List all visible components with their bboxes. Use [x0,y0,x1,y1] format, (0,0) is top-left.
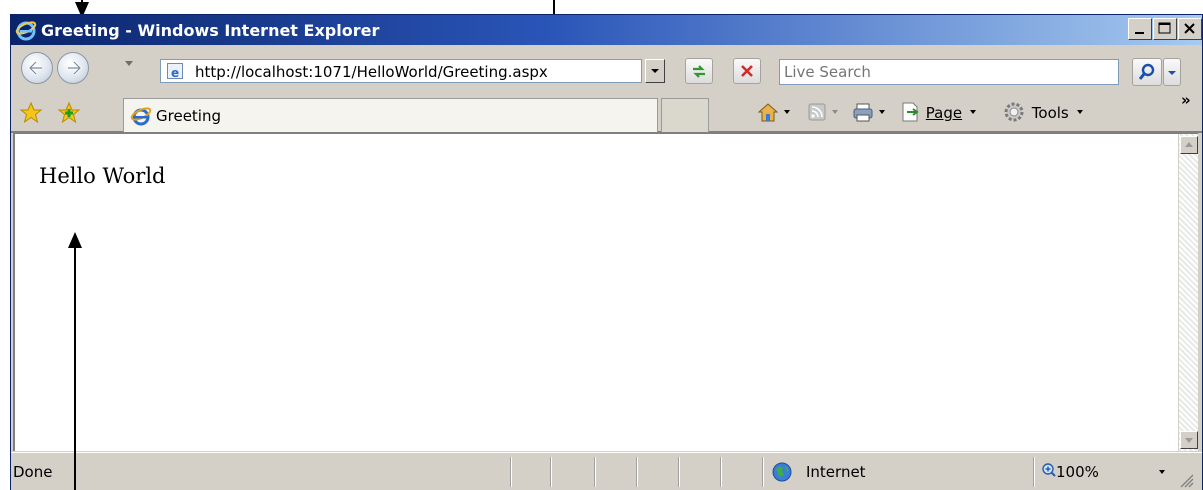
tools-menu-label: Tools [1031,104,1069,122]
status-bar: Done Internet 100% [11,452,1202,490]
favorites-center-icon[interactable] [19,101,43,123]
status-divider [678,457,680,487]
vertical-scrollbar[interactable] [1178,134,1198,451]
window-title: Greeting - Windows Internet Explorer [41,21,380,40]
status-divider [550,457,552,487]
new-tab-button[interactable] [661,98,709,132]
chevron-down-icon[interactable] [1156,466,1170,478]
ie-logo-icon [130,107,152,126]
minimize-icon [1135,32,1144,34]
refresh-button[interactable] [685,58,713,84]
search-options-dropdown[interactable] [1163,58,1181,86]
gear-icon [1004,102,1024,122]
ie-page-icon: e [171,66,179,80]
search-icon [1138,63,1155,80]
status-divider [636,457,638,487]
forward-arrow-icon [68,60,83,76]
globe-icon [772,462,792,482]
stop-button[interactable] [733,58,761,84]
browser-window: Greeting - Windows Internet Explorer e h… [10,14,1203,490]
tab-label: Greeting [156,107,221,125]
forward-button[interactable] [57,52,89,84]
arrow-down-icon [1185,438,1193,443]
resize-grip-icon[interactable] [1177,471,1195,489]
zoom-level[interactable]: 100% [1056,463,1099,481]
status-divider [720,457,722,487]
page-icon: e [167,63,183,80]
scroll-down-button[interactable] [1180,431,1198,449]
feeds-button[interactable] [806,101,846,123]
page-content: Hello World [13,133,1198,451]
page-menu-label: Page [925,104,963,122]
recent-pages-dropdown[interactable] [125,61,133,66]
address-bar[interactable]: e http://localhost:1071/HelloWorld/Greet… [160,59,642,83]
tools-menu-button[interactable]: Tools [1003,101,1088,123]
home-button[interactable] [756,101,796,123]
back-button[interactable] [21,52,53,84]
ie-logo-icon [15,21,37,41]
rss-feed-icon [808,103,838,121]
search-button[interactable] [1132,58,1162,86]
maximize-button[interactable] [1153,18,1177,40]
search-input[interactable] [784,61,1114,83]
chevron-down-icon [651,69,659,73]
back-arrow-icon [27,60,42,76]
title-bar[interactable]: Greeting - Windows Internet Explorer [11,15,1202,45]
close-icon [1184,23,1195,34]
chevron-down-icon [969,110,976,114]
toolbar-overflow-button[interactable]: » [1181,91,1191,113]
address-dropdown-button[interactable] [645,59,665,83]
navigation-bar: e http://localhost:1071/HelloWorld/Greet… [11,45,1202,89]
zoom-icon[interactable] [1041,462,1057,478]
tab-greeting[interactable]: Greeting [123,98,658,132]
status-divider [594,457,596,487]
status-divider [762,457,764,487]
tab-bar: Greeting Page Tools » [11,89,1202,133]
minimize-button[interactable] [1128,18,1152,40]
add-favorites-icon[interactable] [57,101,81,123]
home-icon [757,103,790,122]
hello-world-text: Hello World [39,164,166,188]
maximize-icon [1158,22,1171,34]
print-button[interactable] [851,101,893,123]
chevron-down-icon [1076,110,1083,114]
refresh-icon [693,65,705,78]
address-url[interactable]: http://localhost:1071/HelloWorld/Greetin… [195,63,548,81]
close-button[interactable] [1178,18,1202,40]
status-divider [510,457,512,487]
print-icon [853,103,885,122]
status-divider [1033,457,1035,487]
stop-icon [741,65,753,77]
scroll-up-button[interactable] [1180,136,1198,154]
chevron-down-icon [1168,71,1176,75]
page-icon [902,102,919,122]
arrow-up-icon [1185,142,1193,147]
svg-text:e: e [171,66,179,79]
status-text: Done [13,463,53,481]
search-box[interactable] [779,59,1119,85]
page-menu-button[interactable]: Page [899,101,981,123]
security-zone-label[interactable]: Internet [806,463,866,481]
